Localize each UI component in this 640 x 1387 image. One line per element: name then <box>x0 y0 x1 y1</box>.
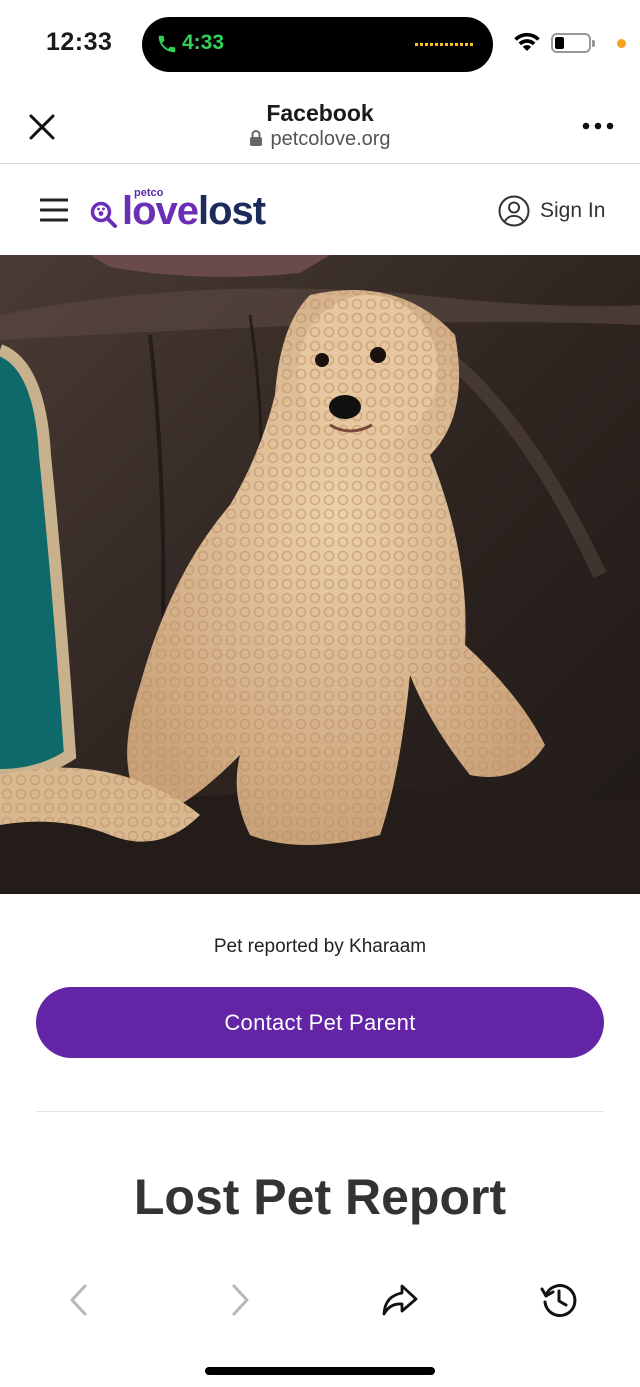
audio-waveform-icon <box>415 43 473 46</box>
status-time: 12:33 <box>46 28 113 56</box>
url-bar[interactable]: petcolove.org <box>0 128 640 151</box>
forward-arrow-icon[interactable] <box>220 1280 260 1320</box>
lock-icon <box>250 130 263 146</box>
browser-title: Facebook <box>266 100 374 126</box>
home-indicator[interactable] <box>205 1367 435 1375</box>
sign-in-label: Sign In <box>540 199 606 222</box>
reported-by-text: Pet reported by Kharaam <box>213 936 427 957</box>
status-bar: 12:33 4:33 <box>0 0 640 88</box>
url-text: petcolove.org <box>270 128 391 150</box>
back-arrow-icon[interactable] <box>59 1280 99 1320</box>
section-title: Lost Pet Report <box>133 1169 507 1225</box>
share-arrow-icon[interactable] <box>380 1280 420 1320</box>
hamburger-icon[interactable] <box>40 197 68 223</box>
browser-header: Facebook petcolove.org <box>0 88 640 164</box>
privacy-indicator <box>617 39 626 48</box>
logo-lost-text: lost <box>198 189 266 233</box>
user-circle-icon <box>498 195 530 227</box>
logo-love-text: love <box>122 189 199 233</box>
dynamic-island[interactable]: 4:33 <box>142 17 493 72</box>
pet-photo <box>0 255 640 894</box>
wifi-icon <box>514 32 540 51</box>
more-icon[interactable] <box>582 122 614 130</box>
petco-love-lost-logo[interactable]: petco love lost <box>90 187 300 235</box>
contact-pet-parent-button[interactable]: Contact Pet Parent <box>36 987 604 1058</box>
call-duration: 4:33 <box>182 31 225 54</box>
battery-icon <box>551 33 595 53</box>
phone-icon <box>158 35 176 53</box>
site-nav: petco love lost Sign In <box>0 165 640 255</box>
browser-toolbar <box>0 1262 640 1334</box>
divider <box>36 1111 604 1112</box>
magnifier-paw-icon <box>90 201 117 228</box>
sign-in-button[interactable]: Sign In <box>498 194 605 228</box>
history-icon[interactable] <box>539 1280 579 1320</box>
dog-photo-illustration <box>0 255 640 894</box>
